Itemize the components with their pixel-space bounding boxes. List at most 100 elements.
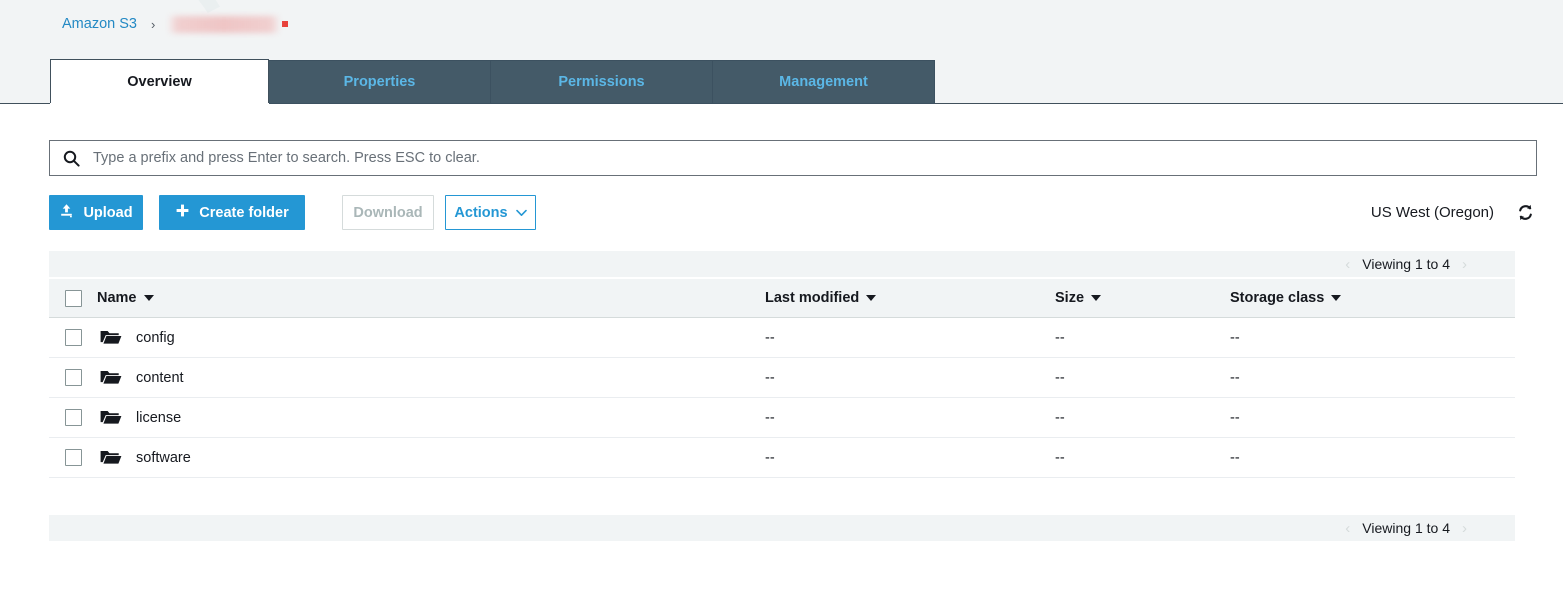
folder-icon (100, 449, 122, 466)
row-size-value: -- (1055, 449, 1065, 466)
row-size-cell: -- (1055, 369, 1230, 387)
table-row[interactable]: content -- -- -- (49, 358, 1515, 398)
sort-caret-icon (143, 295, 154, 301)
column-header-last-modified[interactable]: Last modified (765, 289, 1055, 307)
tab-overview-label: Overview (127, 73, 192, 90)
tab-permissions[interactable]: Permissions (491, 60, 713, 104)
row-size-value: -- (1055, 409, 1065, 426)
row-storage-class-cell: -- (1230, 329, 1515, 347)
row-storage-class-value: -- (1230, 449, 1240, 466)
pagination-prev-button-bottom[interactable]: ‹ (1345, 520, 1350, 537)
row-last-modified-cell: -- (765, 329, 1055, 347)
column-header-name-label: Name (97, 290, 137, 306)
column-header-last-modified-label: Last modified (765, 290, 860, 306)
row-name-label[interactable]: software (136, 450, 191, 466)
tab-management[interactable]: Management (713, 60, 935, 104)
folder-icon (100, 409, 122, 426)
breadcrumb: Amazon S3 › (62, 13, 289, 35)
action-toolbar: Upload Create folder Download Actions US… (49, 195, 1537, 231)
row-size-cell: -- (1055, 409, 1230, 427)
row-checkbox[interactable] (64, 409, 82, 426)
row-size-cell: -- (1055, 449, 1230, 467)
table-header-row: Name Last modified Size Storage class (49, 279, 1515, 318)
breadcrumb-bucket-marker-icon (282, 21, 289, 27)
row-checkbox[interactable] (64, 329, 82, 346)
search-bar[interactable] (49, 140, 1537, 176)
row-select-cell (49, 409, 97, 426)
row-size-value: -- (1055, 329, 1065, 346)
column-header-storage-class[interactable]: Storage class (1230, 289, 1515, 307)
pagination-prev-button-top[interactable]: ‹ (1345, 256, 1350, 273)
row-checkbox[interactable] (64, 449, 82, 466)
actions-button[interactable]: Actions (445, 195, 536, 230)
folder-icon (100, 369, 122, 386)
row-name-label[interactable]: content (136, 370, 184, 386)
column-header-size[interactable]: Size (1055, 289, 1230, 307)
row-name-cell: software (97, 449, 765, 466)
active-tab-underline-mask (50, 103, 269, 105)
upload-button-label: Upload (83, 204, 133, 221)
row-storage-class-cell: -- (1230, 449, 1515, 467)
tab-management-label: Management (779, 74, 868, 90)
row-last-modified-cell: -- (765, 369, 1055, 387)
select-all-cell (49, 289, 97, 307)
create-folder-button[interactable]: Create folder (159, 195, 305, 230)
row-last-modified-value: -- (765, 409, 775, 426)
row-last-modified-cell: -- (765, 449, 1055, 467)
pagination-bottom: ‹ Viewing 1 to 4 › (49, 515, 1515, 541)
pagination-next-button-top[interactable]: › (1462, 256, 1467, 273)
upload-icon (59, 203, 74, 222)
folder-icon (100, 329, 122, 346)
breadcrumb-separator-icon: › (150, 16, 156, 32)
actions-button-label: Actions (454, 204, 508, 221)
row-storage-class-value: -- (1230, 369, 1240, 386)
row-last-modified-value: -- (765, 449, 775, 466)
create-folder-button-label: Create folder (199, 204, 289, 221)
sort-caret-icon (1331, 295, 1342, 301)
upload-button[interactable]: Upload (49, 195, 143, 230)
table-row[interactable]: license -- -- -- (49, 398, 1515, 438)
row-select-cell (49, 369, 97, 386)
tab-bar: Overview Properties Permissions Manageme… (50, 59, 935, 104)
breadcrumb-bucket-name-redacted[interactable] (169, 15, 280, 33)
column-header-name[interactable]: Name (97, 290, 765, 306)
row-storage-class-value: -- (1230, 409, 1240, 426)
row-storage-class-cell: -- (1230, 369, 1515, 387)
search-icon (63, 150, 80, 167)
row-name-cell: license (97, 409, 765, 426)
select-all-checkbox[interactable] (64, 289, 82, 307)
column-header-size-label: Size (1055, 290, 1085, 306)
s3-bucket-overview-page: Amazon S3 › Overview Properties Permissi… (0, 0, 1563, 597)
row-size-cell: -- (1055, 329, 1230, 347)
download-button-label: Download (353, 204, 423, 221)
table-bottom-spacer (49, 478, 1515, 515)
search-input[interactable] (91, 142, 1536, 174)
plus-icon (175, 203, 190, 222)
download-button[interactable]: Download (342, 195, 434, 230)
pagination-next-button-bottom[interactable]: › (1462, 520, 1467, 537)
sort-caret-icon (1091, 295, 1102, 301)
row-size-value: -- (1055, 369, 1065, 386)
row-name-cell: config (97, 329, 765, 346)
row-select-cell (49, 449, 97, 466)
pagination-top: ‹ Viewing 1 to 4 › (49, 251, 1515, 277)
row-storage-class-cell: -- (1230, 409, 1515, 427)
tab-overview[interactable]: Overview (50, 59, 269, 104)
table-row[interactable]: software -- -- -- (49, 438, 1515, 478)
table-row[interactable]: config -- -- -- (49, 318, 1515, 358)
row-name-label[interactable]: config (136, 330, 175, 346)
tab-properties-label: Properties (343, 74, 416, 90)
row-last-modified-cell: -- (765, 409, 1055, 427)
tab-properties[interactable]: Properties (269, 60, 491, 104)
row-select-cell (49, 329, 97, 346)
tab-permissions-label: Permissions (558, 74, 645, 90)
row-name-label[interactable]: license (136, 410, 181, 426)
chevron-down-icon (515, 205, 527, 221)
row-checkbox[interactable] (64, 369, 82, 386)
row-storage-class-value: -- (1230, 329, 1240, 346)
refresh-icon[interactable] (1516, 203, 1537, 222)
pagination-status-top: Viewing 1 to 4 (1362, 256, 1450, 272)
breadcrumb-link-amazon-s3[interactable]: Amazon S3 (62, 16, 137, 32)
objects-table: ‹ Viewing 1 to 4 › Name Last modified Si… (49, 251, 1515, 541)
row-name-cell: content (97, 369, 765, 386)
